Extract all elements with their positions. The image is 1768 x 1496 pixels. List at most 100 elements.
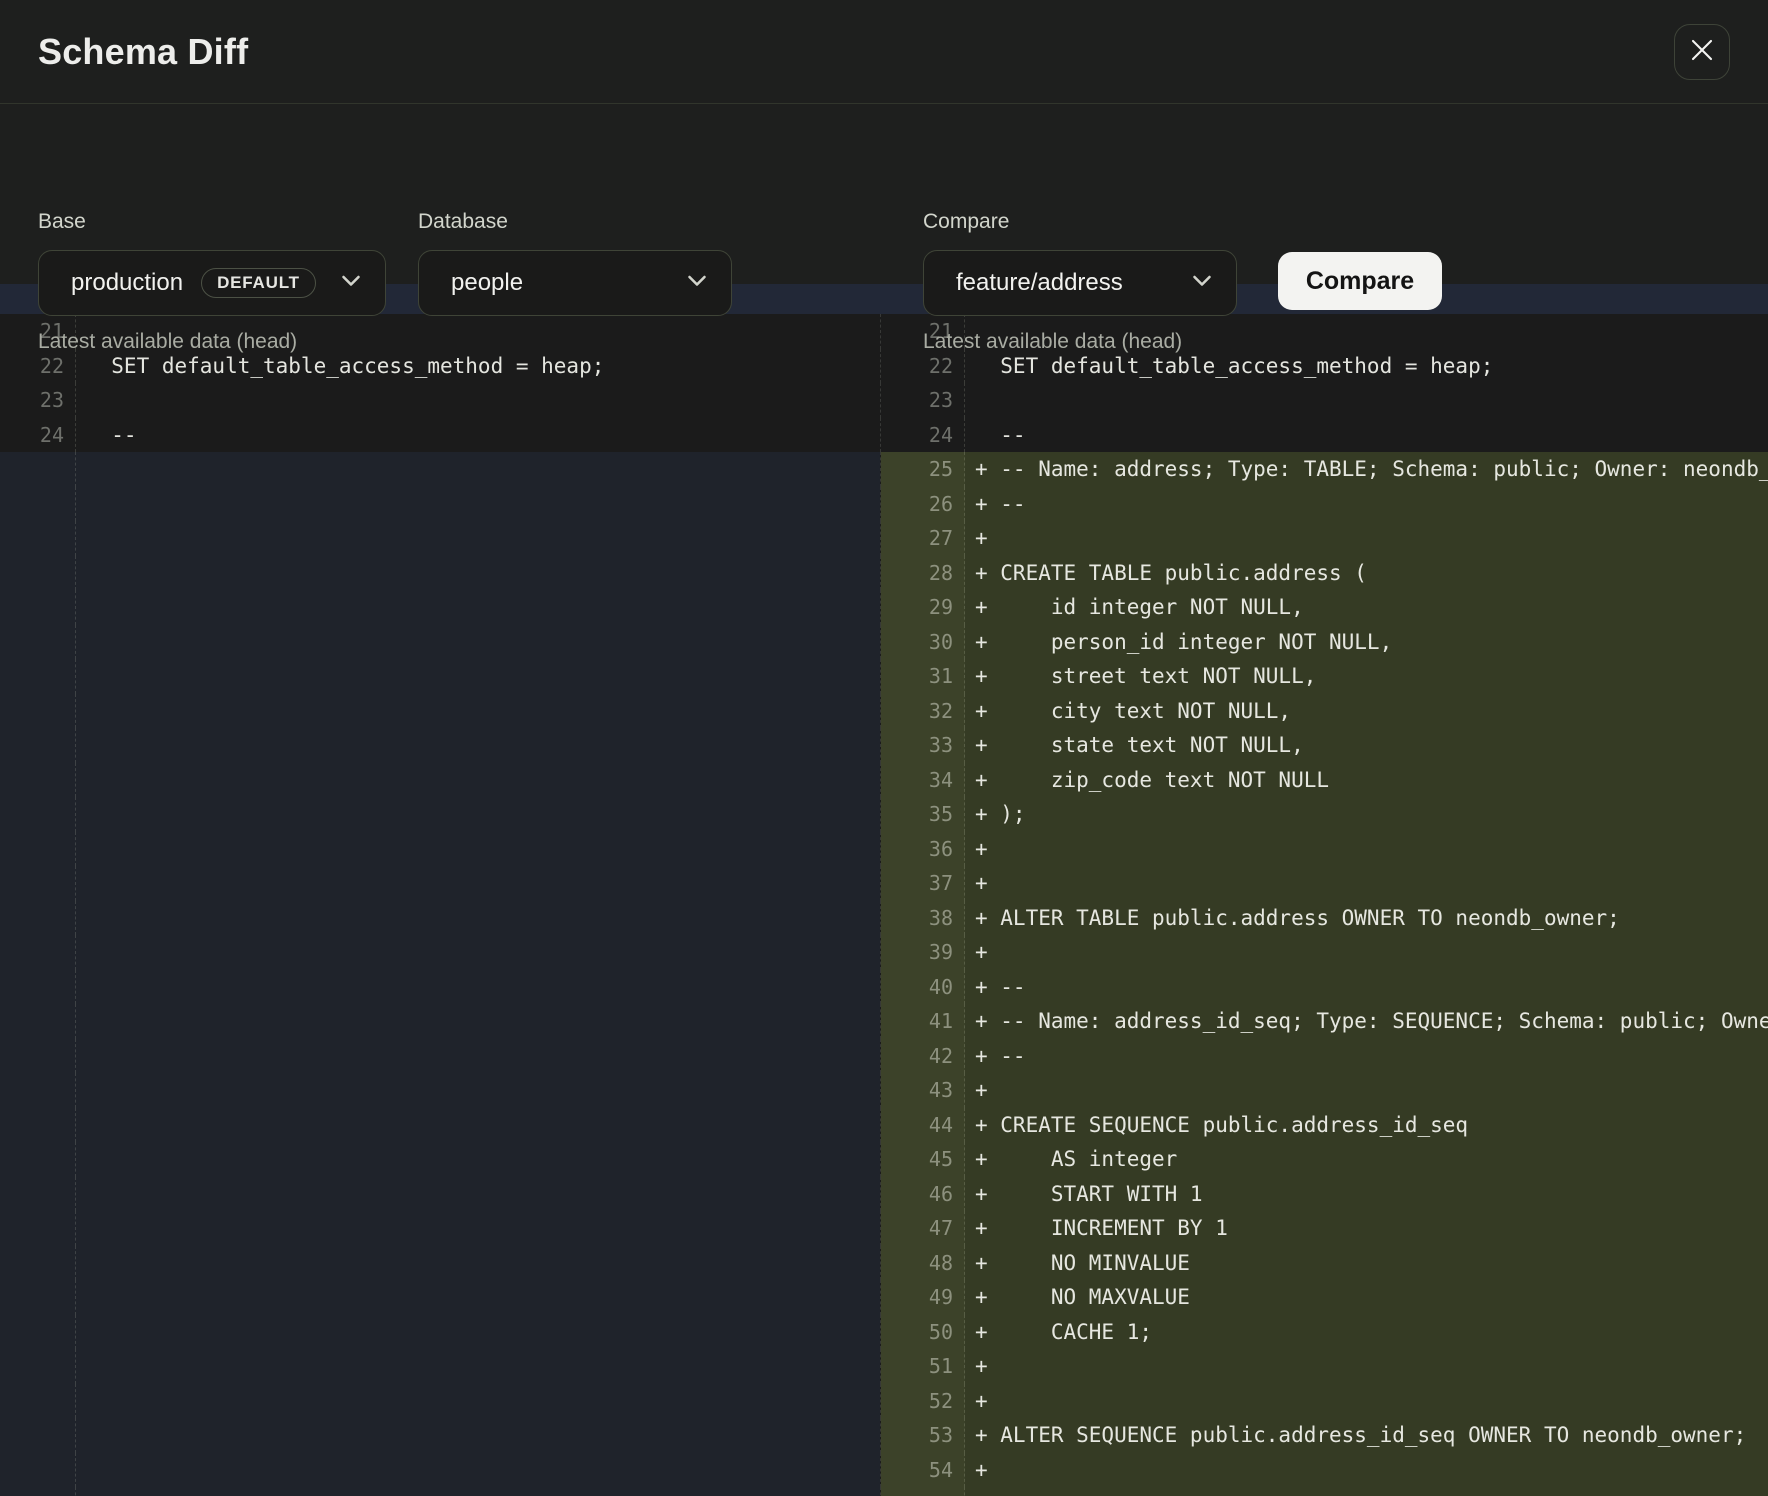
diff-right-added-line: 45+ AS integer bbox=[880, 1142, 1768, 1177]
diff-right-added-line: 41+ -- Name: address_id_seq; Type: SEQUE… bbox=[880, 1004, 1768, 1039]
diff-left-filler bbox=[0, 452, 880, 487]
line-number bbox=[0, 452, 76, 487]
diff-right-added-line: 40+ -- bbox=[880, 970, 1768, 1005]
line-number bbox=[0, 1246, 76, 1281]
diff-row: 39+ bbox=[0, 935, 1768, 970]
diff-right-added-line: 54+ bbox=[880, 1453, 1768, 1488]
diff-row: 38+ ALTER TABLE public.address OWNER TO … bbox=[0, 901, 1768, 936]
code-line bbox=[76, 970, 880, 1005]
diff-left-filler bbox=[0, 901, 880, 936]
database-label: Database bbox=[418, 210, 508, 234]
code-line bbox=[76, 556, 880, 591]
diff-right-added-line: 50+ CACHE 1; bbox=[880, 1315, 1768, 1350]
code-line: -- bbox=[965, 418, 1768, 453]
code-line: + zip_code text NOT NULL bbox=[965, 763, 1768, 798]
code-line: + START WITH 1 bbox=[965, 1177, 1768, 1212]
diff-left-filler bbox=[0, 728, 880, 763]
code-line: + INCREMENT BY 1 bbox=[965, 1211, 1768, 1246]
code-line: + bbox=[965, 866, 1768, 901]
code-line: + CREATE SEQUENCE public.address_id_seq bbox=[965, 1108, 1768, 1143]
line-number: 28 bbox=[881, 556, 965, 591]
code-line bbox=[76, 935, 880, 970]
diff-right-added-line: 37+ bbox=[880, 866, 1768, 901]
line-number: 39 bbox=[881, 935, 965, 970]
line-number: 53 bbox=[881, 1418, 965, 1453]
page-title: Schema Diff bbox=[38, 31, 248, 73]
code-line: + NO MINVALUE bbox=[965, 1246, 1768, 1281]
line-number bbox=[0, 1315, 76, 1350]
line-number bbox=[0, 1177, 76, 1212]
line-number bbox=[0, 728, 76, 763]
diff-left-filler bbox=[0, 659, 880, 694]
diff-row: 55+ bbox=[0, 1487, 1768, 1496]
line-number: 30 bbox=[881, 625, 965, 660]
default-badge: DEFAULT bbox=[201, 268, 316, 298]
diff-left-filler bbox=[0, 521, 880, 556]
code-line bbox=[76, 832, 880, 867]
diff-left-filler bbox=[0, 1418, 880, 1453]
diff-row: 34+ zip_code text NOT NULL bbox=[0, 763, 1768, 798]
line-number bbox=[0, 625, 76, 660]
diff-left-filler bbox=[0, 1487, 880, 1496]
diff-row: 46+ START WITH 1 bbox=[0, 1177, 1768, 1212]
code-line: + -- Name: address_id_seq; Type: SEQUENC… bbox=[965, 1004, 1768, 1039]
code-line: + id integer NOT NULL, bbox=[965, 590, 1768, 625]
line-number: 27 bbox=[881, 521, 965, 556]
diff-right-added-line: 43+ bbox=[880, 1073, 1768, 1108]
code-line: + person_id integer NOT NULL, bbox=[965, 625, 1768, 660]
diff-row: 43+ bbox=[0, 1073, 1768, 1108]
diff-row: 25+ -- Name: address; Type: TABLE; Schem… bbox=[0, 452, 1768, 487]
compare-button[interactable]: Compare bbox=[1278, 252, 1442, 310]
code-line bbox=[76, 659, 880, 694]
database-select[interactable]: people bbox=[418, 250, 732, 316]
diff-left-filler bbox=[0, 832, 880, 867]
line-number: 32 bbox=[881, 694, 965, 729]
line-number: 35 bbox=[881, 797, 965, 832]
database-value: people bbox=[451, 269, 523, 297]
diff-right-line: 24 -- bbox=[880, 418, 1768, 453]
compare-label: Compare bbox=[923, 210, 1009, 234]
diff-row: 26+ -- bbox=[0, 487, 1768, 522]
diff-right-added-line: 53+ ALTER SEQUENCE public.address_id_seq… bbox=[880, 1418, 1768, 1453]
diff-row: 35+ ); bbox=[0, 797, 1768, 832]
diff-left-filler bbox=[0, 1315, 880, 1350]
diff-left-filler bbox=[0, 694, 880, 729]
line-number: 40 bbox=[881, 970, 965, 1005]
diff-right-added-line: 38+ ALTER TABLE public.address OWNER TO … bbox=[880, 901, 1768, 936]
diff-left-line: 23 bbox=[0, 383, 880, 418]
code-line bbox=[76, 1108, 880, 1143]
diff-right-added-line: 31+ street text NOT NULL, bbox=[880, 659, 1768, 694]
diff-left-filler bbox=[0, 1280, 880, 1315]
diff-left-line: 24 -- bbox=[0, 418, 880, 453]
line-number bbox=[0, 1384, 76, 1419]
diff-right-added-line: 33+ state text NOT NULL, bbox=[880, 728, 1768, 763]
code-line: + bbox=[965, 1073, 1768, 1108]
diff-row: 47+ INCREMENT BY 1 bbox=[0, 1211, 1768, 1246]
code-line bbox=[965, 383, 1768, 418]
code-line: + -- bbox=[965, 487, 1768, 522]
line-number: 26 bbox=[881, 487, 965, 522]
diff-left-filler bbox=[0, 1384, 880, 1419]
diff-row: 45+ AS integer bbox=[0, 1142, 1768, 1177]
code-line bbox=[76, 1246, 880, 1281]
code-line: + AS integer bbox=[965, 1142, 1768, 1177]
code-line: + CACHE 1; bbox=[965, 1315, 1768, 1350]
diff-left-filler bbox=[0, 1211, 880, 1246]
diff-right-added-line: 47+ INCREMENT BY 1 bbox=[880, 1211, 1768, 1246]
line-number: 37 bbox=[881, 866, 965, 901]
base-branch-value: production bbox=[71, 269, 183, 297]
compare-branch-select[interactable]: feature/address bbox=[923, 250, 1237, 316]
diff-right-added-line: 48+ NO MINVALUE bbox=[880, 1246, 1768, 1281]
code-line bbox=[76, 1004, 880, 1039]
code-line: + city text NOT NULL, bbox=[965, 694, 1768, 729]
diff-right-added-line: 25+ -- Name: address; Type: TABLE; Schem… bbox=[880, 452, 1768, 487]
line-number bbox=[0, 935, 76, 970]
close-button[interactable] bbox=[1674, 24, 1730, 80]
diff-right-added-line: 35+ ); bbox=[880, 797, 1768, 832]
code-line: + ); bbox=[965, 797, 1768, 832]
schema-diff-dialog: Schema Diff Base Database Compare produc… bbox=[0, 0, 1768, 1496]
line-number: 24 bbox=[881, 418, 965, 453]
diff-row: 27+ bbox=[0, 521, 1768, 556]
code-line: + -- bbox=[965, 1039, 1768, 1074]
base-branch-select[interactable]: production DEFAULT bbox=[38, 250, 386, 316]
